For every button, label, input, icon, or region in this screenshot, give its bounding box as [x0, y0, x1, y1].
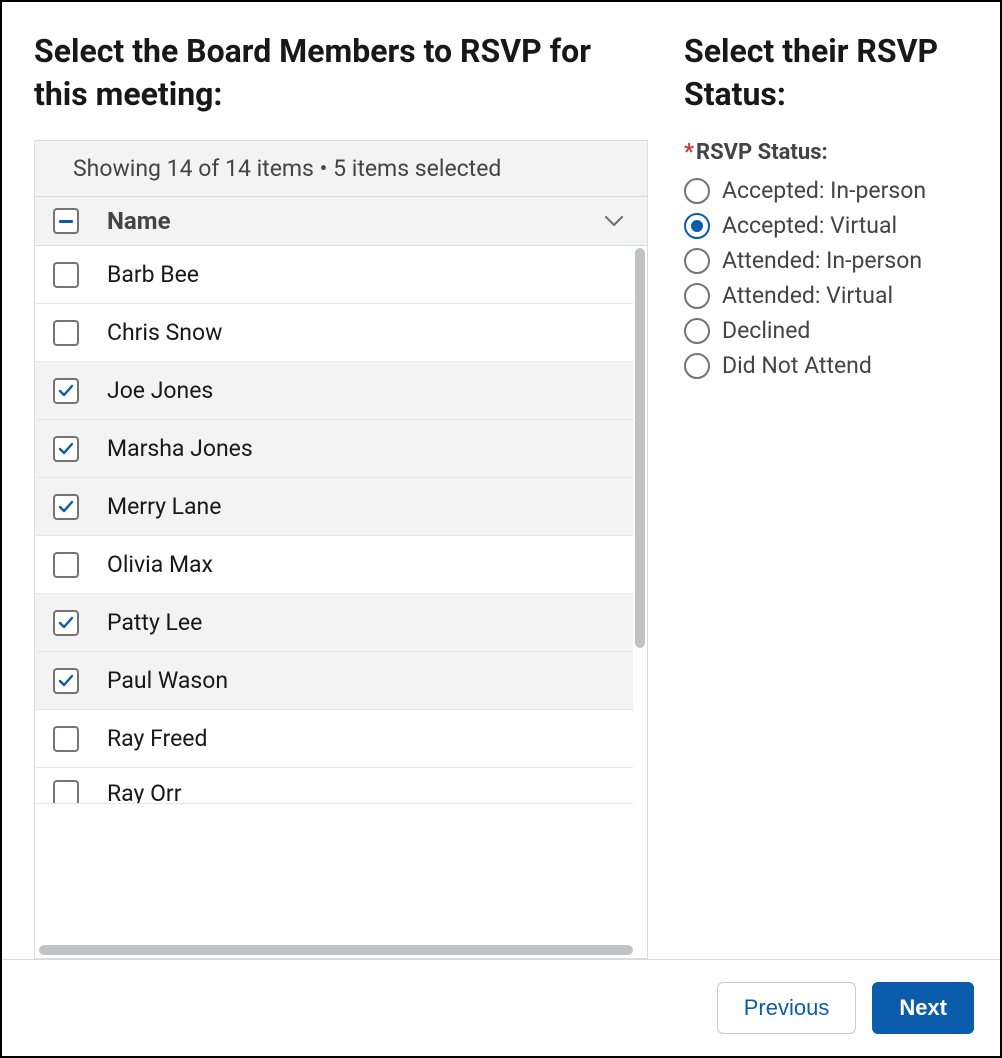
members-panel: Select the Board Members to RSVP for thi… — [34, 30, 648, 959]
row-checkbox[interactable] — [53, 780, 79, 804]
horizontal-scrollbar[interactable] — [35, 942, 647, 958]
radio-button[interactable] — [684, 283, 710, 309]
indeterminate-icon — [59, 220, 73, 223]
rsvp-status-panel: Select their RSVP Status: *RSVP Status: … — [684, 30, 968, 959]
row-checkbox[interactable] — [53, 726, 79, 752]
row-name: Olivia Max — [107, 551, 213, 578]
main-content: Select the Board Members to RSVP for thi… — [2, 2, 1000, 959]
radio-label: Accepted: In-person — [722, 177, 926, 204]
table-body: Barb Bee Chris Snow Joe Jones Marsha Jones M… — [35, 246, 647, 938]
table-row[interactable]: Chris Snow — [35, 304, 633, 362]
radio-button[interactable] — [684, 353, 710, 379]
table-row[interactable]: Merry Lane — [35, 478, 633, 536]
previous-button[interactable]: Previous — [717, 982, 857, 1034]
row-name: Paul Wason — [107, 667, 228, 694]
radio-button[interactable] — [684, 318, 710, 344]
chevron-down-icon[interactable] — [605, 212, 629, 231]
row-name: Barb Bee — [107, 261, 199, 288]
rows-viewport: Barb Bee Chris Snow Joe Jones Marsha Jones M… — [35, 246, 633, 864]
row-name: Marsha Jones — [107, 435, 253, 462]
rsvp-status-radio-group: Accepted: In-person Accepted: Virtual Atte… — [684, 173, 968, 383]
table-row[interactable]: Ray Orr — [35, 768, 633, 804]
row-checkbox[interactable] — [53, 262, 79, 288]
table-row[interactable]: Barb Bee — [35, 246, 633, 304]
table-row[interactable]: Marsha Jones — [35, 420, 633, 478]
required-asterisk: * — [684, 140, 694, 165]
table-status-text: Showing 14 of 14 items • 5 items selecte… — [35, 141, 647, 197]
radio-button[interactable] — [684, 213, 710, 239]
row-name: Patty Lee — [107, 609, 202, 636]
rsvp-status-option[interactable]: Accepted: In-person — [684, 173, 968, 208]
row-name: Chris Snow — [107, 319, 222, 346]
row-checkbox[interactable] — [53, 436, 79, 462]
row-name: Merry Lane — [107, 493, 221, 520]
radio-label: Declined — [722, 317, 810, 344]
table-header-row: Name — [35, 197, 647, 246]
radio-button[interactable] — [684, 248, 710, 274]
row-checkbox[interactable] — [53, 320, 79, 346]
row-checkbox[interactable] — [53, 494, 79, 520]
footer-bar: Previous Next — [2, 959, 1000, 1056]
row-name: Ray Freed — [107, 725, 207, 752]
rsvp-status-option[interactable]: Attended: In-person — [684, 243, 968, 278]
rsvp-status-option[interactable]: Did Not Attend — [684, 348, 968, 383]
horizontal-scroll-thumb[interactable] — [39, 945, 633, 955]
radio-label: Did Not Attend — [722, 352, 872, 379]
table-row[interactable]: Joe Jones — [35, 362, 633, 420]
radio-label: Accepted: Virtual — [722, 212, 897, 239]
rsvp-status-field-label: *RSVP Status: — [684, 140, 968, 165]
radio-button[interactable] — [684, 178, 710, 204]
table-row[interactable]: Olivia Max — [35, 536, 633, 594]
row-name: Joe Jones — [107, 377, 213, 404]
select-all-checkbox[interactable] — [53, 208, 79, 234]
radio-label: Attended: Virtual — [722, 282, 893, 309]
vertical-scroll-thumb[interactable] — [635, 248, 645, 648]
next-button[interactable]: Next — [872, 982, 974, 1034]
table-row[interactable]: Paul Wason — [35, 652, 633, 710]
row-checkbox[interactable] — [53, 668, 79, 694]
members-table: Showing 14 of 14 items • 5 items selecte… — [34, 140, 648, 959]
column-header-name[interactable]: Name — [107, 207, 605, 235]
rsvp-status-option[interactable]: Attended: Virtual — [684, 278, 968, 313]
members-heading: Select the Board Members to RSVP for thi… — [34, 30, 648, 116]
rsvp-status-option[interactable]: Declined — [684, 313, 968, 348]
radio-label: Attended: In-person — [722, 247, 922, 274]
rsvp-status-option[interactable]: Accepted: Virtual — [684, 208, 968, 243]
table-row[interactable]: Ray Freed — [35, 710, 633, 768]
row-name: Ray Orr — [107, 780, 182, 805]
status-heading: Select their RSVP Status: — [684, 30, 968, 116]
table-row[interactable]: Patty Lee — [35, 594, 633, 652]
row-checkbox[interactable] — [53, 552, 79, 578]
vertical-scrollbar[interactable] — [633, 246, 647, 938]
row-checkbox[interactable] — [53, 378, 79, 404]
row-checkbox[interactable] — [53, 610, 79, 636]
